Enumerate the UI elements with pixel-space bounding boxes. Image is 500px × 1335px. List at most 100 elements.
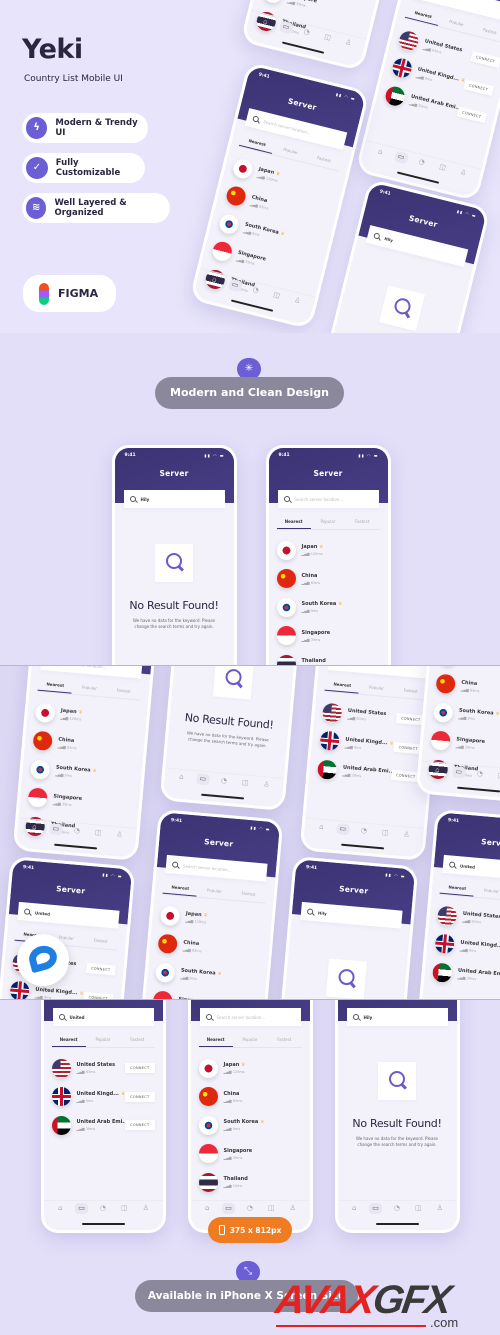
search-input[interactable]: Search server location... bbox=[199, 1008, 301, 1026]
server-icon[interactable]: ▭ bbox=[222, 1203, 236, 1214]
search-input[interactable]: Search server location... bbox=[39, 666, 143, 679]
connect-button[interactable]: CONNECT bbox=[125, 1091, 155, 1102]
user-icon[interactable]: ♙ bbox=[139, 1203, 152, 1214]
tab-fastest[interactable]: Fastest bbox=[105, 684, 140, 700]
tab-nearest[interactable]: Nearest bbox=[276, 516, 311, 529]
server-icon[interactable]: ▭ bbox=[277, 20, 294, 35]
tab-nearest[interactable]: Nearest bbox=[238, 133, 275, 154]
user-icon[interactable]: ♙ bbox=[340, 36, 355, 50]
server-icon[interactable]: ▭ bbox=[75, 1203, 89, 1214]
connect-button[interactable]: CONNECT bbox=[85, 963, 116, 976]
tab-fastest[interactable]: Fastest bbox=[392, 684, 427, 700]
user-icon[interactable]: ♙ bbox=[112, 829, 126, 841]
list-item[interactable]: China ▂▄▆ 63ms bbox=[198, 1083, 302, 1112]
list-item[interactable]: China ▂▄▆ 63ms bbox=[276, 565, 380, 594]
tab-nearest[interactable]: Nearest bbox=[198, 1034, 233, 1047]
search-input[interactable]: Hily bbox=[123, 490, 225, 508]
tab-popular[interactable]: Popular bbox=[473, 884, 500, 900]
search-input[interactable]: United bbox=[52, 1008, 154, 1026]
search-input[interactable]: United bbox=[441, 854, 500, 882]
tab-nearest[interactable]: Nearest bbox=[162, 880, 198, 897]
chat-icon[interactable]: ◫ bbox=[319, 31, 334, 45]
home-icon[interactable]: ⌂ bbox=[54, 1203, 67, 1214]
home-icon[interactable]: ⌂ bbox=[372, 145, 387, 159]
tab-popular[interactable]: Popular bbox=[86, 1034, 120, 1047]
speed-icon[interactable]: ◔ bbox=[216, 775, 230, 787]
server-icon[interactable]: ▭ bbox=[392, 150, 409, 165]
search-input[interactable]: Search server location... bbox=[277, 490, 379, 508]
home-icon[interactable]: ⌂ bbox=[27, 821, 41, 833]
user-icon[interactable]: ♙ bbox=[433, 1203, 446, 1214]
home-icon[interactable]: ⌂ bbox=[430, 764, 444, 776]
list-item[interactable]: United Kingd...♛▂▄▆ 9msCONNECT bbox=[51, 1083, 155, 1112]
tab-popular[interactable]: Popular bbox=[272, 141, 308, 162]
list-item[interactable]: South Korea♛▂▄▆ 9ms bbox=[276, 593, 380, 622]
list-item[interactable]: Thailand▂▄▆ 10ms bbox=[198, 1168, 302, 1197]
server-icon[interactable]: ▭ bbox=[48, 823, 63, 836]
tab-fastest[interactable]: Fastest bbox=[471, 22, 500, 43]
tab-popular[interactable]: Popular bbox=[71, 681, 106, 697]
tab-nearest[interactable]: Nearest bbox=[404, 5, 441, 26]
tab-nearest[interactable]: Nearest bbox=[324, 677, 360, 694]
speed-icon[interactable]: ◔ bbox=[414, 156, 429, 170]
user-icon[interactable]: ♙ bbox=[289, 294, 304, 308]
list-item[interactable]: Thailand▂▄▆ 10ms bbox=[276, 650, 380, 665]
connect-button[interactable]: CONNECT bbox=[390, 769, 421, 783]
tab-popular[interactable]: Popular bbox=[358, 681, 393, 697]
tab-nearest[interactable]: Nearest bbox=[37, 677, 73, 694]
search-input[interactable]: United bbox=[326, 666, 430, 679]
server-icon[interactable]: ▭ bbox=[451, 766, 466, 779]
chat-icon[interactable]: ◫ bbox=[268, 289, 283, 303]
speed-icon[interactable]: ◔ bbox=[299, 26, 314, 40]
home-icon[interactable]: ⌂ bbox=[314, 821, 328, 833]
list-item[interactable]: South Korea♛▂▄▆ 9ms bbox=[198, 1111, 302, 1140]
connect-button[interactable]: CONNECT bbox=[462, 78, 494, 96]
speed-icon[interactable]: ◔ bbox=[69, 825, 83, 837]
home-icon[interactable]: ⌂ bbox=[174, 771, 188, 783]
tab-fastest[interactable]: Fastest bbox=[305, 150, 341, 171]
chat-icon[interactable]: ◫ bbox=[494, 770, 500, 782]
speed-icon[interactable]: ◔ bbox=[96, 1203, 109, 1214]
tab-popular[interactable]: Popular bbox=[438, 13, 474, 34]
tab-fastest[interactable]: Fastest bbox=[230, 887, 265, 903]
tab-popular[interactable]: Popular bbox=[196, 884, 231, 900]
user-icon[interactable]: ♙ bbox=[286, 1203, 299, 1214]
connect-button[interactable]: CONNECT bbox=[469, 51, 500, 68]
user-icon[interactable]: ♙ bbox=[259, 779, 273, 791]
chat-icon[interactable]: ◫ bbox=[412, 1203, 425, 1214]
speed-icon[interactable]: ◔ bbox=[472, 768, 486, 780]
connect-button[interactable]: CONNECT bbox=[125, 1120, 155, 1130]
speed-icon[interactable]: ◔ bbox=[356, 825, 370, 837]
home-icon[interactable]: ⌂ bbox=[348, 1203, 361, 1214]
tab-fastest[interactable]: Fastest bbox=[82, 934, 117, 950]
chat-icon[interactable]: ◫ bbox=[238, 777, 252, 789]
connect-button[interactable]: CONNECT bbox=[125, 1063, 155, 1073]
chat-icon[interactable]: ◫ bbox=[91, 827, 105, 839]
chat-icon[interactable]: ◫ bbox=[265, 1203, 278, 1214]
tab-fastest[interactable]: Fastest bbox=[120, 1034, 154, 1047]
server-icon[interactable]: ▭ bbox=[195, 773, 210, 786]
list-item[interactable]: United States ▂▄▆ 63ms CONNECT bbox=[51, 1054, 155, 1083]
tab-fastest[interactable]: Fastest bbox=[345, 516, 379, 529]
list-item[interactable]: Japan♛▂▄▆ 120ms bbox=[276, 536, 380, 565]
speed-icon[interactable]: ◔ bbox=[248, 284, 263, 298]
home-icon[interactable]: ⌂ bbox=[257, 15, 272, 29]
home-icon[interactable]: ⌂ bbox=[201, 1203, 214, 1214]
connect-button[interactable]: CONNECT bbox=[82, 991, 113, 999]
search-input[interactable]: Hily bbox=[346, 1008, 448, 1026]
tab-popular[interactable]: Popular bbox=[311, 516, 345, 529]
list-item[interactable]: Japan♛▂▄▆ 120ms bbox=[198, 1054, 302, 1083]
connect-button[interactable]: CONNECT bbox=[455, 106, 487, 124]
list-item[interactable]: United Arab Emi...▂▄▆ 39msCONNECT bbox=[431, 957, 500, 994]
speed-icon[interactable]: ◔ bbox=[243, 1203, 256, 1214]
user-icon[interactable]: ♙ bbox=[455, 166, 470, 180]
speed-icon[interactable]: ◔ bbox=[390, 1203, 403, 1214]
list-item[interactable]: Singapore▂▄▆ 39ms bbox=[276, 622, 380, 651]
server-icon[interactable]: ▭ bbox=[226, 278, 243, 293]
list-item[interactable]: United Arab Emi...▂▄▆ 39msCONNECT bbox=[51, 1111, 155, 1140]
tab-nearest[interactable]: Nearest bbox=[51, 1034, 86, 1047]
home-icon[interactable]: ⌂ bbox=[206, 273, 221, 287]
tab-nearest[interactable]: Nearest bbox=[439, 880, 475, 897]
server-icon[interactable]: ▭ bbox=[369, 1203, 383, 1214]
tab-fastest[interactable]: Fastest bbox=[267, 1034, 301, 1047]
